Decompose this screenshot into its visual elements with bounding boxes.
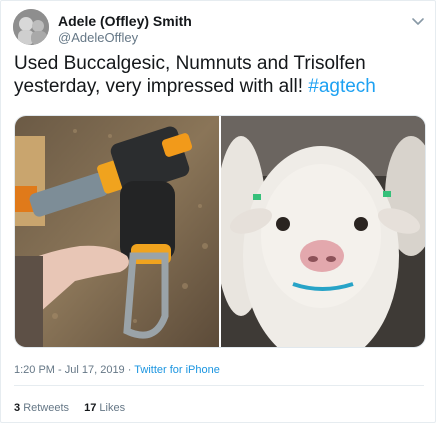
meta-separator: ·: [124, 364, 135, 376]
retweets-count: 3: [14, 402, 21, 414]
chevron-down-icon[interactable]: [410, 13, 426, 29]
tweet-card: Adele (Offley) Smith @AdeleOffley Used B…: [0, 0, 436, 423]
retweets-label: Retweets: [23, 402, 70, 414]
photo-drench-gun[interactable]: [15, 116, 219, 347]
media-grid: [14, 115, 426, 348]
tweet-text: Used Buccalgesic, Numnuts and Trisolfen …: [14, 52, 419, 98]
author-handle[interactable]: @AdeleOffley: [58, 30, 138, 45]
avatar[interactable]: [13, 9, 49, 45]
likes-label: Likes: [99, 402, 126, 414]
author-name[interactable]: Adele (Offley) Smith: [58, 13, 192, 29]
likes-stat[interactable]: 17 Likes: [84, 402, 125, 414]
photo-lamb[interactable]: [215, 116, 425, 347]
tweet-timestamp: 1:20 PM - Jul 17, 2019 · Twitter for iPh…: [14, 364, 220, 376]
engagement-stats: 3 Retweets 17 Likes: [14, 402, 137, 414]
avatar-photo: [13, 9, 49, 45]
source-link[interactable]: Twitter for iPhone: [134, 364, 220, 376]
divider: [14, 385, 424, 386]
hashtag-link[interactable]: #agtech: [308, 76, 376, 97]
timestamp-link[interactable]: 1:20 PM - Jul 17, 2019: [14, 364, 125, 376]
retweets-stat[interactable]: 3 Retweets: [14, 402, 69, 414]
likes-count: 17: [84, 402, 97, 414]
